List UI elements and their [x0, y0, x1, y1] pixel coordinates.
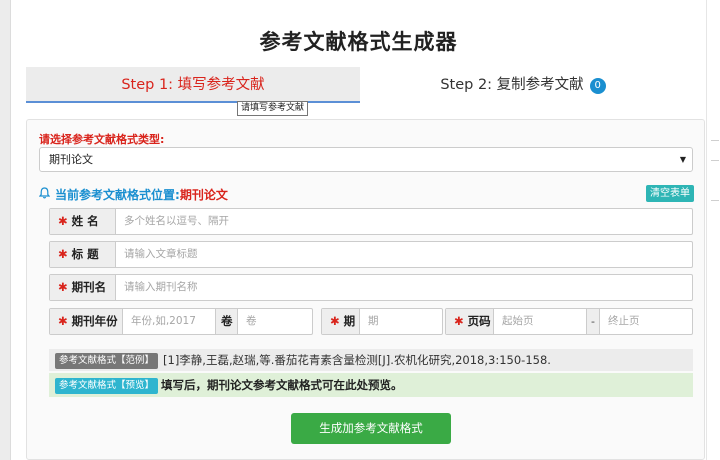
- tab-step-1-label: Step 1: 填写参考文献: [121, 77, 265, 93]
- page-range-dash: -: [586, 309, 600, 334]
- name-field: ✱ 姓 名 多个姓名以逗号、隔开: [49, 208, 693, 235]
- year-volume-field: ✱ 期刊年份 年份,如,2017 卷 卷: [49, 308, 313, 335]
- chevron-down-icon: ▼: [679, 155, 686, 164]
- asterisk-icon: ✱: [58, 214, 68, 228]
- asterisk-icon: ✱: [58, 247, 68, 261]
- scrollbar-tick: [711, 200, 719, 201]
- generator-card: 参考文献格式生成器 Step 1: 填写参考文献 Step 2: 复制参考文献 0…: [11, 0, 706, 460]
- preview-text: 填写后，期刊论文参考文献格式可在此处预览。: [161, 378, 403, 392]
- page-start-input[interactable]: 起始页: [494, 309, 586, 334]
- left-gutter: [0, 0, 11, 460]
- page: 参考文献格式生成器 Step 1: 填写参考文献 Step 2: 复制参考文献 0…: [0, 0, 720, 460]
- asterisk-icon: ✱: [58, 314, 68, 328]
- clear-form-button[interactable]: 清空表单: [646, 185, 694, 202]
- name-input[interactable]: 多个姓名以逗号、隔开: [116, 209, 692, 234]
- position-line: 当前参考文献格式位置:期刊论文: [38, 186, 228, 203]
- journal-label: ✱ 期刊名: [50, 275, 116, 300]
- tab-step-1[interactable]: Step 1: 填写参考文献: [26, 67, 360, 103]
- asterisk-icon: ✱: [454, 314, 464, 328]
- journal-input[interactable]: 请输入期刊名称: [116, 275, 692, 300]
- asterisk-icon: ✱: [330, 314, 340, 328]
- title-label: ✱ 标 题: [50, 242, 116, 267]
- year-input[interactable]: 年份,如,2017: [123, 309, 216, 334]
- name-row: ✱ 姓 名 多个姓名以逗号、隔开: [49, 208, 693, 235]
- type-select-value: 期刊论文: [49, 153, 93, 166]
- example-tag: 参考文献格式【范例】: [55, 353, 159, 369]
- count-badge: 0: [589, 78, 606, 94]
- step-tabs: Step 1: 填写参考文献 Step 2: 复制参考文献 0: [26, 67, 686, 103]
- example-line: 参考文献格式【范例】 [1]李静,王磊,赵瑞,等.番茄花青素含量检测[J].农机化…: [49, 349, 693, 371]
- year-label: ✱ 期刊年份: [50, 309, 123, 334]
- page-title: 参考文献格式生成器: [259, 30, 458, 54]
- pages-field: ✱ 页码 起始页 - 终止页: [445, 308, 693, 335]
- title-input[interactable]: 请输入文章标题: [116, 242, 692, 267]
- issue-field: ✱ 期 期: [321, 308, 443, 335]
- volume-label: 卷: [216, 309, 238, 334]
- asterisk-icon: ✱: [58, 280, 68, 294]
- tab-step-2-label: Step 2: 复制参考文献: [440, 77, 584, 93]
- journal-row: ✱ 期刊名 请输入期刊名称: [49, 274, 693, 301]
- position-value: 期刊论文: [179, 188, 228, 202]
- tab-step-2[interactable]: Step 2: 复制参考文献 0: [360, 67, 686, 103]
- journal-field: ✱ 期刊名 请输入期刊名称: [49, 274, 693, 301]
- issue-input[interactable]: 期: [360, 309, 442, 334]
- preview-tag: 参考文献格式【预览】: [55, 378, 159, 394]
- example-text: [1]李静,王磊,赵瑞,等.番茄花青素含量检测[J].农机化研究,2018,3:…: [163, 353, 551, 367]
- form-panel: 请选择参考文献格式类型: 期刊论文 ▼ 当前参考文献格式位置:期刊论文 清空表单…: [26, 119, 705, 460]
- preview-line: 参考文献格式【预览】 填写后，期刊论文参考文献格式可在此处预览。: [49, 373, 693, 397]
- issue-label: ✱ 期: [322, 309, 360, 334]
- title-field: ✱ 标 题 请输入文章标题: [49, 241, 693, 268]
- name-label: ✱ 姓 名: [50, 209, 116, 234]
- title-row: ✱ 标 题 请输入文章标题: [49, 241, 693, 268]
- type-select-label: 请选择参考文献格式类型:: [39, 133, 165, 146]
- page-end-input[interactable]: 终止页: [600, 309, 692, 334]
- scrollbar-track[interactable]: [706, 0, 720, 460]
- scrollbar-tick: [711, 140, 719, 141]
- volume-input[interactable]: 卷: [238, 309, 312, 334]
- generate-button[interactable]: 生成加参考文献格式: [291, 413, 451, 444]
- pages-label: ✱ 页码: [446, 309, 494, 334]
- bell-icon: [38, 187, 51, 202]
- tooltip: 请填写参考文献: [237, 101, 309, 116]
- year-row: ✱ 期刊年份 年份,如,2017 卷 卷 ✱ 期 期 ✱ 页码 起始页 - 终止页: [49, 308, 693, 335]
- scrollbar-tick: [711, 160, 719, 161]
- position-prefix: 当前参考文献格式位置:: [55, 188, 180, 202]
- type-select[interactable]: 期刊论文 ▼: [39, 147, 693, 172]
